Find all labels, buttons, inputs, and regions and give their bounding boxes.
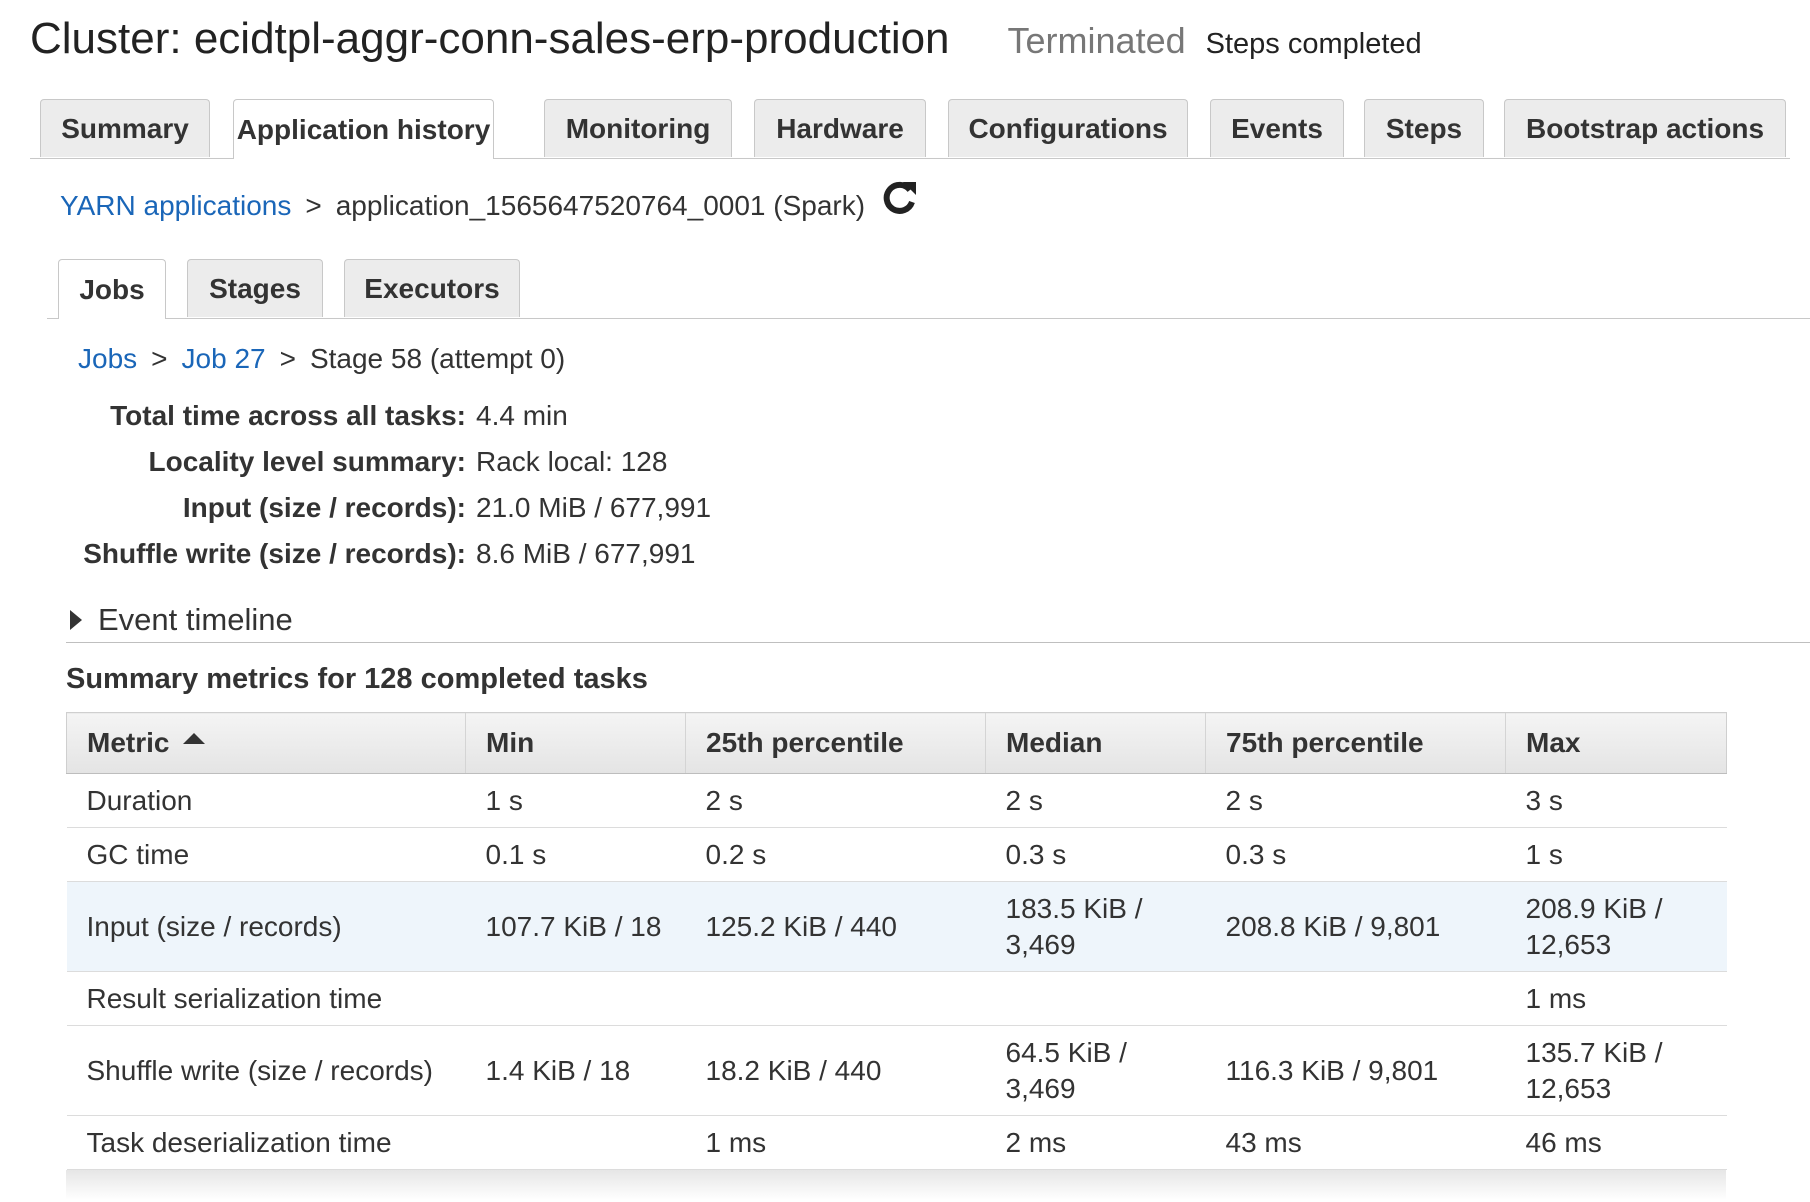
table-cell: 3 s <box>1505 773 1727 828</box>
table-cell: 18.2 KiB / 440 <box>685 1025 986 1116</box>
refresh-icon[interactable] <box>879 178 919 218</box>
yarn-applications-link[interactable]: YARN applications <box>60 190 291 222</box>
tab-bootstrap-actions[interactable]: Bootstrap actions <box>1504 99 1786 157</box>
stage-breadcrumb: Jobs > Job 27 > Stage 58 (attempt 0) <box>78 343 565 375</box>
column-header-max[interactable]: Max <box>1505 712 1727 774</box>
table-cell: 1 s <box>1505 827 1727 882</box>
stat-total-time: Total time across all tasks: 4.4 min <box>60 393 711 439</box>
table-cell: 135.7 KiB / 12,653 <box>1505 1025 1727 1116</box>
table-cell: 125.2 KiB / 440 <box>685 881 986 972</box>
breadcrumb-separator: > <box>305 190 322 221</box>
column-header-75th-percentile[interactable]: 75th percentile <box>1205 712 1506 774</box>
table-cell: 46 ms <box>1505 1115 1727 1170</box>
table-cell: Input (size / records) <box>66 881 466 972</box>
table-row-highlighted: Input (size / records) 107.7 KiB / 18 12… <box>66 881 1727 972</box>
stat-value: 8.6 MiB / 677,991 <box>476 538 696 569</box>
tab-application-history[interactable]: Application history <box>233 99 494 159</box>
table-row: Result serialization time 1 ms <box>66 971 1727 1026</box>
table-cell: 2 s <box>685 773 986 828</box>
stat-shuffle-write: Shuffle write (size / records): 8.6 MiB … <box>60 531 711 577</box>
cluster-header: Cluster: ecidtpl-aggr-conn-sales-erp-pro… <box>30 14 1422 74</box>
breadcrumb-separator: > <box>151 343 168 374</box>
stat-label: Shuffle write (size / records): <box>83 538 466 569</box>
table-cell <box>685 971 986 1026</box>
table-cell: 64.5 KiB / 3,469 <box>985 1025 1206 1116</box>
stage-stats: Total time across all tasks: 4.4 min Loc… <box>60 393 711 577</box>
table-cell: Task deserialization time <box>66 1115 466 1170</box>
column-header-metric[interactable]: Metric <box>66 712 466 774</box>
tab-stages[interactable]: Stages <box>187 259 323 317</box>
table-cell: GC time <box>66 827 466 882</box>
jobs-link[interactable]: Jobs <box>78 343 137 374</box>
table-row: Task deserialization time 1 ms 2 ms 43 m… <box>66 1115 1727 1170</box>
tab-summary[interactable]: Summary <box>40 99 210 157</box>
stat-input: Input (size / records): 21.0 MiB / 677,9… <box>60 485 711 531</box>
table-row: Duration 1 s 2 s 2 s 2 s 3 s <box>66 773 1727 828</box>
stat-value: 4.4 min <box>476 400 568 431</box>
table-cell: 2 ms <box>985 1115 1206 1170</box>
table-cell: 1 ms <box>685 1115 986 1170</box>
app-breadcrumb: YARN applications > application_15656475… <box>60 181 919 222</box>
table-cell: 1 s <box>465 773 686 828</box>
summary-metrics-title: Summary metrics for 128 completed tasks <box>66 663 648 695</box>
table-cell: 2 s <box>985 773 1206 828</box>
table-cell: Result serialization time <box>66 971 466 1026</box>
table-cell <box>465 1115 686 1170</box>
tab-jobs[interactable]: Jobs <box>58 259 166 319</box>
sort-ascending-icon <box>183 733 206 744</box>
tab-monitoring[interactable]: Monitoring <box>544 99 732 157</box>
stat-label: Total time across all tasks: <box>110 400 466 431</box>
cluster-title: Cluster: ecidtpl-aggr-conn-sales-erp-pro… <box>30 14 950 63</box>
column-header-median[interactable]: Median <box>985 712 1206 774</box>
table-cell: 208.9 KiB / 12,653 <box>1505 881 1727 972</box>
table-bottom-shadow <box>66 1170 1726 1200</box>
table-cell: 0.3 s <box>1205 827 1506 882</box>
column-header-25th-percentile[interactable]: 25th percentile <box>685 712 986 774</box>
column-header-min[interactable]: Min <box>465 712 686 774</box>
table-row: Shuffle write (size / records) 1.4 KiB /… <box>66 1025 1727 1116</box>
tab-configurations[interactable]: Configurations <box>948 99 1188 157</box>
table-cell: Shuffle write (size / records) <box>66 1025 466 1116</box>
application-id: application_1565647520764_0001 (Spark) <box>335 190 866 221</box>
summary-metrics-table: Metric Min 25th percentile Median 75th p… <box>66 712 1727 1200</box>
table-cell: 1.4 KiB / 18 <box>465 1025 686 1116</box>
table-cell: Duration <box>66 773 466 828</box>
breadcrumb-separator: > <box>279 343 296 374</box>
tab-hardware[interactable]: Hardware <box>754 99 926 157</box>
table-cell: 208.8 KiB / 9,801 <box>1205 881 1506 972</box>
job-27-link[interactable]: Job 27 <box>182 343 266 374</box>
tab-steps[interactable]: Steps <box>1364 99 1484 157</box>
table-cell <box>1205 971 1506 1026</box>
stat-label: Input (size / records): <box>182 492 466 523</box>
table-cell: 43 ms <box>1205 1115 1506 1170</box>
table-cell: 107.7 KiB / 18 <box>465 881 686 972</box>
table-cell <box>985 971 1206 1026</box>
table-cell: 116.3 KiB / 9,801 <box>1205 1025 1506 1116</box>
stat-locality: Locality level summary: Rack local: 128 <box>60 439 711 485</box>
table-cell: 183.5 KiB / 3,469 <box>985 881 1206 972</box>
stat-label: Locality level summary: <box>148 446 466 477</box>
cluster-status: Terminated <box>1007 20 1186 61</box>
triangle-right-icon <box>70 610 82 630</box>
table-header-row: Metric Min 25th percentile Median 75th p… <box>66 712 1727 774</box>
main-tab-bar: Summary Application history Monitoring H… <box>30 99 1790 159</box>
table-cell: 1 ms <box>1505 971 1727 1026</box>
table-cell: 0.3 s <box>985 827 1206 882</box>
section-divider <box>66 642 1810 643</box>
table-cell: 0.1 s <box>465 827 686 882</box>
stat-value: Rack local: 128 <box>476 446 668 477</box>
tab-events[interactable]: Events <box>1210 99 1344 157</box>
cluster-status-detail: Steps completed <box>1205 28 1422 60</box>
table-cell: 2 s <box>1205 773 1506 828</box>
sub-tab-bar: Jobs Stages Executors <box>47 259 1810 319</box>
event-timeline-label: Event timeline <box>98 602 293 637</box>
stage-title: Stage 58 (attempt 0) <box>309 343 566 374</box>
table-cell: 0.2 s <box>685 827 986 882</box>
tab-executors[interactable]: Executors <box>344 259 520 317</box>
table-row: GC time 0.1 s 0.2 s 0.3 s 0.3 s 1 s <box>66 827 1727 882</box>
event-timeline-toggle[interactable]: Event timeline <box>70 602 293 638</box>
stat-value: 21.0 MiB / 677,991 <box>476 492 712 523</box>
table-cell <box>465 971 686 1026</box>
column-header-label: Metric <box>87 727 170 758</box>
